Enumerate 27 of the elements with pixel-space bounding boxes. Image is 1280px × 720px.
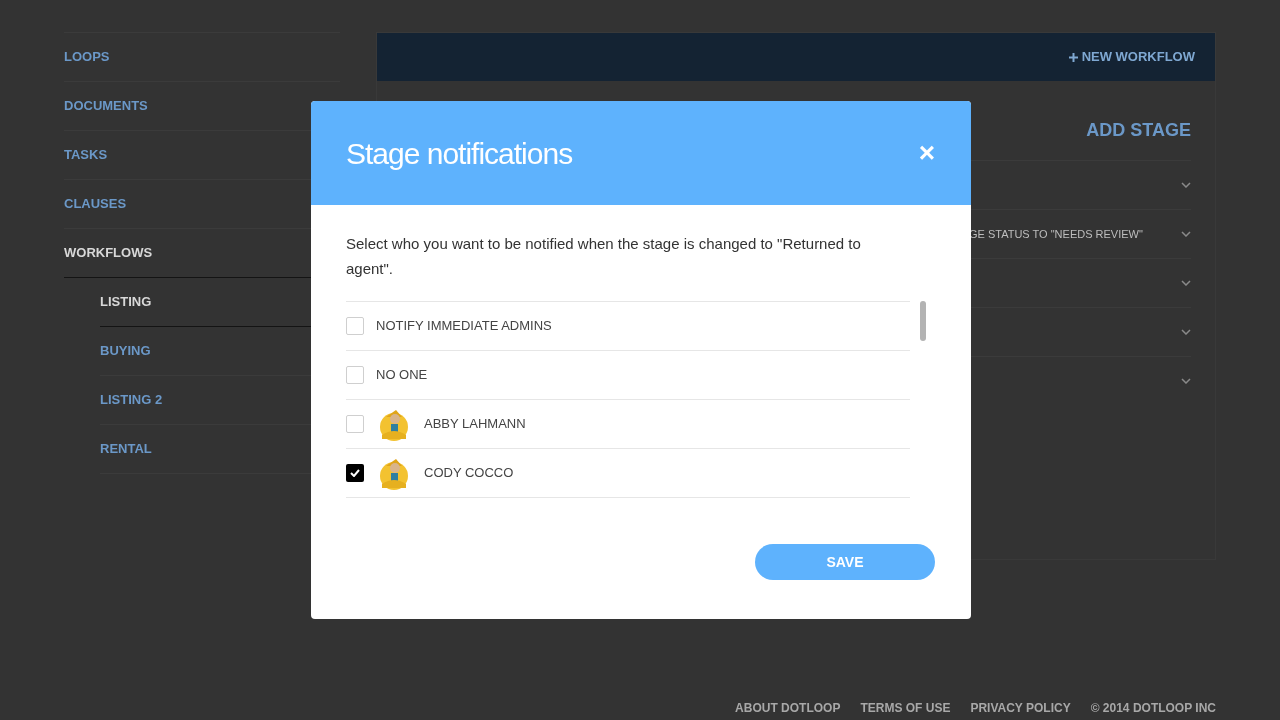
new-workflow-button[interactable]: NEW WORKFLOW xyxy=(1068,47,1195,67)
footer-link[interactable]: PRIVACY POLICY xyxy=(970,700,1071,716)
modal-title: Stage notifications xyxy=(346,135,573,172)
checkmark-icon xyxy=(350,469,360,477)
option-label: CODY COCCO xyxy=(424,464,514,483)
option-label: NO ONE xyxy=(376,366,428,385)
save-button[interactable]: SAVE xyxy=(755,544,935,580)
option-label: NOTIFY IMMEDIATE ADMINS xyxy=(376,317,552,336)
scrollbar-thumb[interactable] xyxy=(920,301,926,341)
footer-link[interactable]: ABOUT DOTLOOP xyxy=(735,700,841,716)
checkbox[interactable] xyxy=(346,366,364,384)
add-stage-button[interactable]: ADD STAGE xyxy=(1086,117,1191,144)
plus-icon xyxy=(1068,52,1078,62)
option-label: ABBY LAHMANN xyxy=(424,415,526,434)
chevron-down-icon[interactable] xyxy=(1181,329,1191,335)
footer-link[interactable]: © 2014 DOTLOOP INC xyxy=(1090,700,1216,716)
checkbox[interactable] xyxy=(346,464,364,482)
chevron-down-icon[interactable] xyxy=(1181,231,1191,237)
checkbox[interactable] xyxy=(346,415,364,433)
chevron-down-icon[interactable] xyxy=(1181,280,1191,286)
chevron-down-icon[interactable] xyxy=(1181,182,1191,188)
close-button[interactable]: × xyxy=(918,139,935,167)
modal-description: Select who you want to be notified when the stage is changed to "Returned to agent". xyxy=(346,234,862,279)
sidebar-item[interactable]: LOOPS xyxy=(64,33,340,82)
footer-link[interactable]: TERMS OF USE xyxy=(860,700,951,716)
checkbox[interactable] xyxy=(346,317,364,335)
chevron-down-icon[interactable] xyxy=(1181,378,1191,384)
